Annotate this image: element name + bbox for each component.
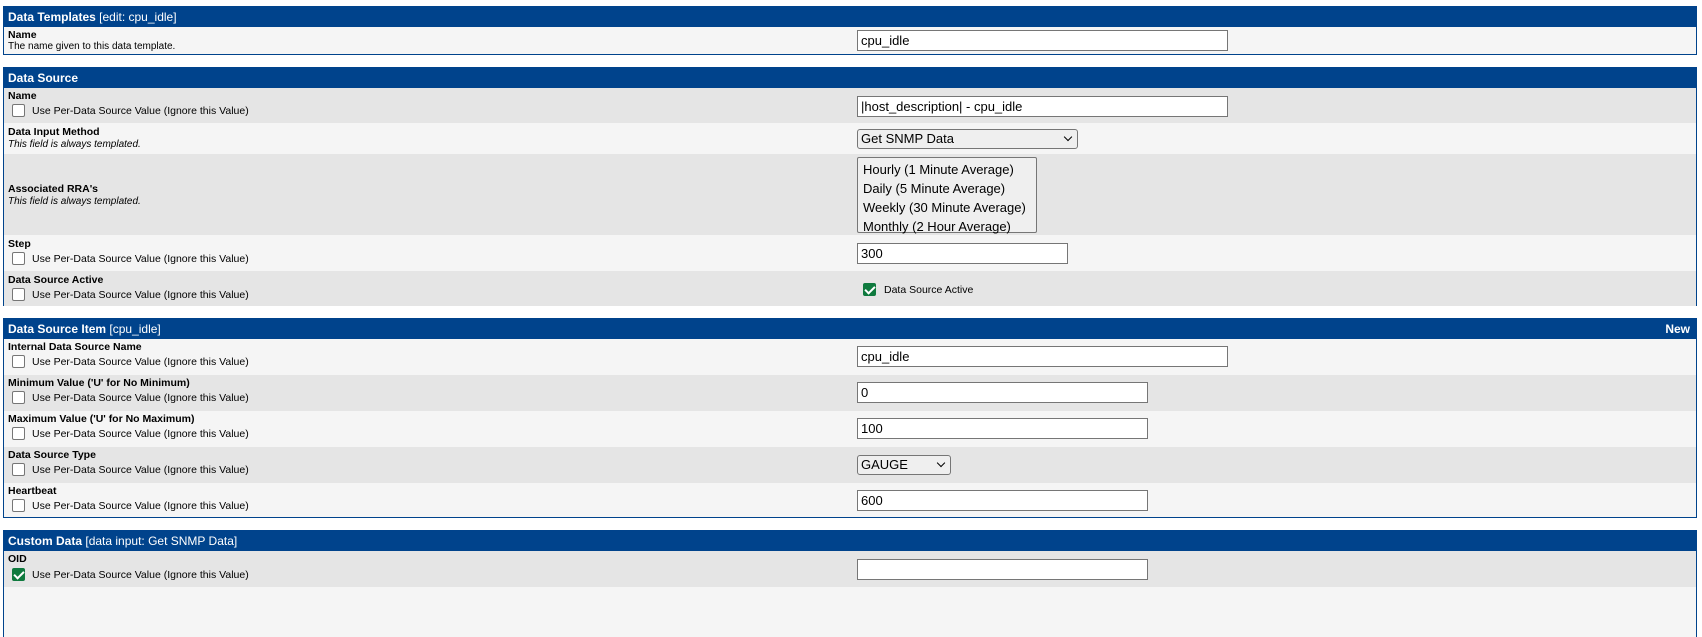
form-row-template-name: Name The name given to this data templat… bbox=[4, 27, 1696, 54]
per-source-checkbox-row: Use Per-Data Source Value (Ignore this V… bbox=[12, 463, 249, 476]
active-per-source-checkbox[interactable] bbox=[12, 288, 25, 301]
oid-input[interactable] bbox=[857, 559, 1148, 580]
panel-title: Data Source bbox=[8, 71, 79, 85]
form-row-type: Data Source Type Use Per-Data Source Val… bbox=[4, 447, 1696, 483]
data-source-panel: Data Source Name Use Per-Data Source Val… bbox=[3, 67, 1697, 306]
panel-title: Data Templates bbox=[8, 10, 96, 24]
rra-option[interactable]: Daily (5 Minute Average) bbox=[863, 179, 1031, 198]
max-per-source-checkbox[interactable] bbox=[12, 427, 25, 440]
field-label: Heartbeat bbox=[8, 485, 57, 497]
oid-per-source-checkbox[interactable] bbox=[12, 568, 25, 581]
panel-subtitle: [edit: cpu_idle] bbox=[99, 10, 177, 24]
data-template-panel: Data Templates [edit: cpu_idle] Name The… bbox=[3, 6, 1697, 55]
checkbox-label: Use Per-Data Source Value (Ignore this V… bbox=[32, 391, 249, 404]
form-row-internal-name: Internal Data Source Name Use Per-Data S… bbox=[4, 339, 1696, 375]
select-value: Get SNMP Data bbox=[861, 131, 954, 146]
form-row-input-method: Data Input Method This field is always t… bbox=[4, 123, 1696, 154]
field-label: Maximum Value ('U' for No Maximum) bbox=[8, 413, 195, 425]
rra-option[interactable]: Monthly (2 Hour Average) bbox=[863, 217, 1031, 236]
step-input[interactable]: 300 bbox=[857, 243, 1068, 264]
heartbeat-per-source-checkbox[interactable] bbox=[12, 499, 25, 512]
select-value: GAUGE bbox=[861, 457, 908, 472]
rra-option[interactable]: Weekly (30 Minute Average) bbox=[863, 198, 1031, 217]
per-source-checkbox-row: Use Per-Data Source Value (Ignore this V… bbox=[12, 427, 249, 440]
per-source-checkbox-row: Use Per-Data Source Value (Ignore this V… bbox=[12, 391, 249, 404]
min-per-source-checkbox[interactable] bbox=[12, 391, 25, 404]
form-row-ds-name: Name Use Per-Data Source Value (Ignore t… bbox=[4, 88, 1696, 123]
heartbeat-input[interactable]: 600 bbox=[857, 490, 1148, 511]
field-label: Data Source Active bbox=[8, 274, 104, 286]
panel-header: Custom Data [data input: Get SNMP Data] bbox=[4, 531, 1696, 551]
max-value-input[interactable]: 100 bbox=[857, 418, 1148, 439]
active-checkbox-row: Data Source Active bbox=[863, 283, 973, 296]
per-source-checkbox-row: Use Per-Data Source Value (Ignore this V… bbox=[12, 104, 249, 117]
checkbox-label: Use Per-Data Source Value (Ignore this V… bbox=[32, 252, 249, 265]
form-row-heartbeat: Heartbeat Use Per-Data Source Value (Ign… bbox=[4, 483, 1696, 517]
field-label: Minimum Value ('U' for No Minimum) bbox=[8, 377, 190, 389]
checkbox-label: Use Per-Data Source Value (Ignore this V… bbox=[32, 568, 249, 581]
form-row-rra: Associated RRA's This field is always te… bbox=[4, 154, 1696, 235]
form-row-active: Data Source Active Use Per-Data Source V… bbox=[4, 271, 1696, 306]
checkbox-label: Use Per-Data Source Value (Ignore this V… bbox=[32, 104, 249, 117]
field-description: This field is always templated. bbox=[8, 196, 141, 207]
field-label: Step bbox=[8, 238, 31, 250]
new-link[interactable]: New bbox=[1665, 319, 1690, 339]
data-source-item-panel: Data Source Item [cpu_idle] New Internal… bbox=[3, 318, 1697, 518]
field-label: Data Input Method bbox=[8, 126, 100, 138]
field-description: The name given to this data template. bbox=[8, 41, 176, 52]
step-per-source-checkbox[interactable] bbox=[12, 252, 25, 265]
per-source-checkbox-row: Use Per-Data Source Value (Ignore this V… bbox=[12, 252, 249, 265]
ds-name-input[interactable]: |host_description| - cpu_idle bbox=[857, 96, 1228, 117]
field-label: OID bbox=[8, 553, 27, 565]
field-description: This field is always templated. bbox=[8, 139, 141, 150]
data-source-active-checkbox[interactable] bbox=[863, 283, 876, 296]
panel-header: Data Source bbox=[4, 68, 1696, 88]
form-row-oid: OID Use Per-Data Source Value (Ignore th… bbox=[4, 551, 1696, 587]
per-source-checkbox-row: Use Per-Data Source Value (Ignore this V… bbox=[12, 288, 249, 301]
panel-header: Data Templates [edit: cpu_idle] bbox=[4, 7, 1696, 27]
form-row-step: Step Use Per-Data Source Value (Ignore t… bbox=[4, 235, 1696, 271]
per-source-checkbox-row: Use Per-Data Source Value (Ignore this V… bbox=[12, 499, 249, 512]
ds-type-select[interactable]: GAUGE bbox=[857, 455, 951, 475]
chevron-down-icon bbox=[936, 458, 946, 468]
internal-name-input[interactable]: cpu_idle bbox=[857, 346, 1228, 367]
field-label: Name bbox=[8, 29, 37, 41]
checkbox-label: Use Per-Data Source Value (Ignore this V… bbox=[32, 463, 249, 476]
internal-name-per-source-checkbox[interactable] bbox=[12, 355, 25, 368]
per-source-checkbox-row: Use Per-Data Source Value (Ignore this V… bbox=[12, 568, 249, 581]
min-value-input[interactable]: 0 bbox=[857, 382, 1148, 403]
form-row-max: Maximum Value ('U' for No Maximum) Use P… bbox=[4, 411, 1696, 447]
chevron-down-icon bbox=[1063, 132, 1073, 142]
form-row-min: Minimum Value ('U' for No Minimum) Use P… bbox=[4, 375, 1696, 411]
panel-title: Data Source Item bbox=[8, 322, 107, 336]
checkbox-label: Use Per-Data Source Value (Ignore this V… bbox=[32, 427, 249, 440]
checkbox-label: Data Source Active bbox=[884, 283, 974, 296]
template-name-input[interactable]: cpu_idle bbox=[857, 30, 1228, 51]
rra-listbox[interactable]: Hourly (1 Minute Average) Daily (5 Minut… bbox=[857, 157, 1037, 236]
panel-header: Data Source Item [cpu_idle] New bbox=[4, 319, 1696, 339]
per-source-checkbox-row: Use Per-Data Source Value (Ignore this V… bbox=[12, 355, 249, 368]
panel-subtitle: [cpu_idle] bbox=[109, 322, 161, 336]
field-label: Name bbox=[8, 90, 37, 102]
panel-title: Custom Data bbox=[8, 534, 83, 548]
panel-subtitle: [data input: Get SNMP Data] bbox=[85, 534, 238, 548]
ds-name-per-source-checkbox[interactable] bbox=[12, 104, 25, 117]
field-label: Associated RRA's bbox=[8, 183, 99, 195]
type-per-source-checkbox[interactable] bbox=[12, 463, 25, 476]
checkbox-label: Use Per-Data Source Value (Ignore this V… bbox=[32, 499, 249, 512]
field-label: Internal Data Source Name bbox=[8, 341, 142, 353]
field-label: Data Source Type bbox=[8, 449, 96, 461]
rra-option[interactable]: Hourly (1 Minute Average) bbox=[863, 160, 1031, 179]
input-method-select[interactable]: Get SNMP Data bbox=[857, 129, 1078, 149]
custom-data-panel: Custom Data [data input: Get SNMP Data] … bbox=[3, 530, 1697, 637]
checkbox-label: Use Per-Data Source Value (Ignore this V… bbox=[32, 355, 249, 368]
checkbox-label: Use Per-Data Source Value (Ignore this V… bbox=[32, 288, 249, 301]
